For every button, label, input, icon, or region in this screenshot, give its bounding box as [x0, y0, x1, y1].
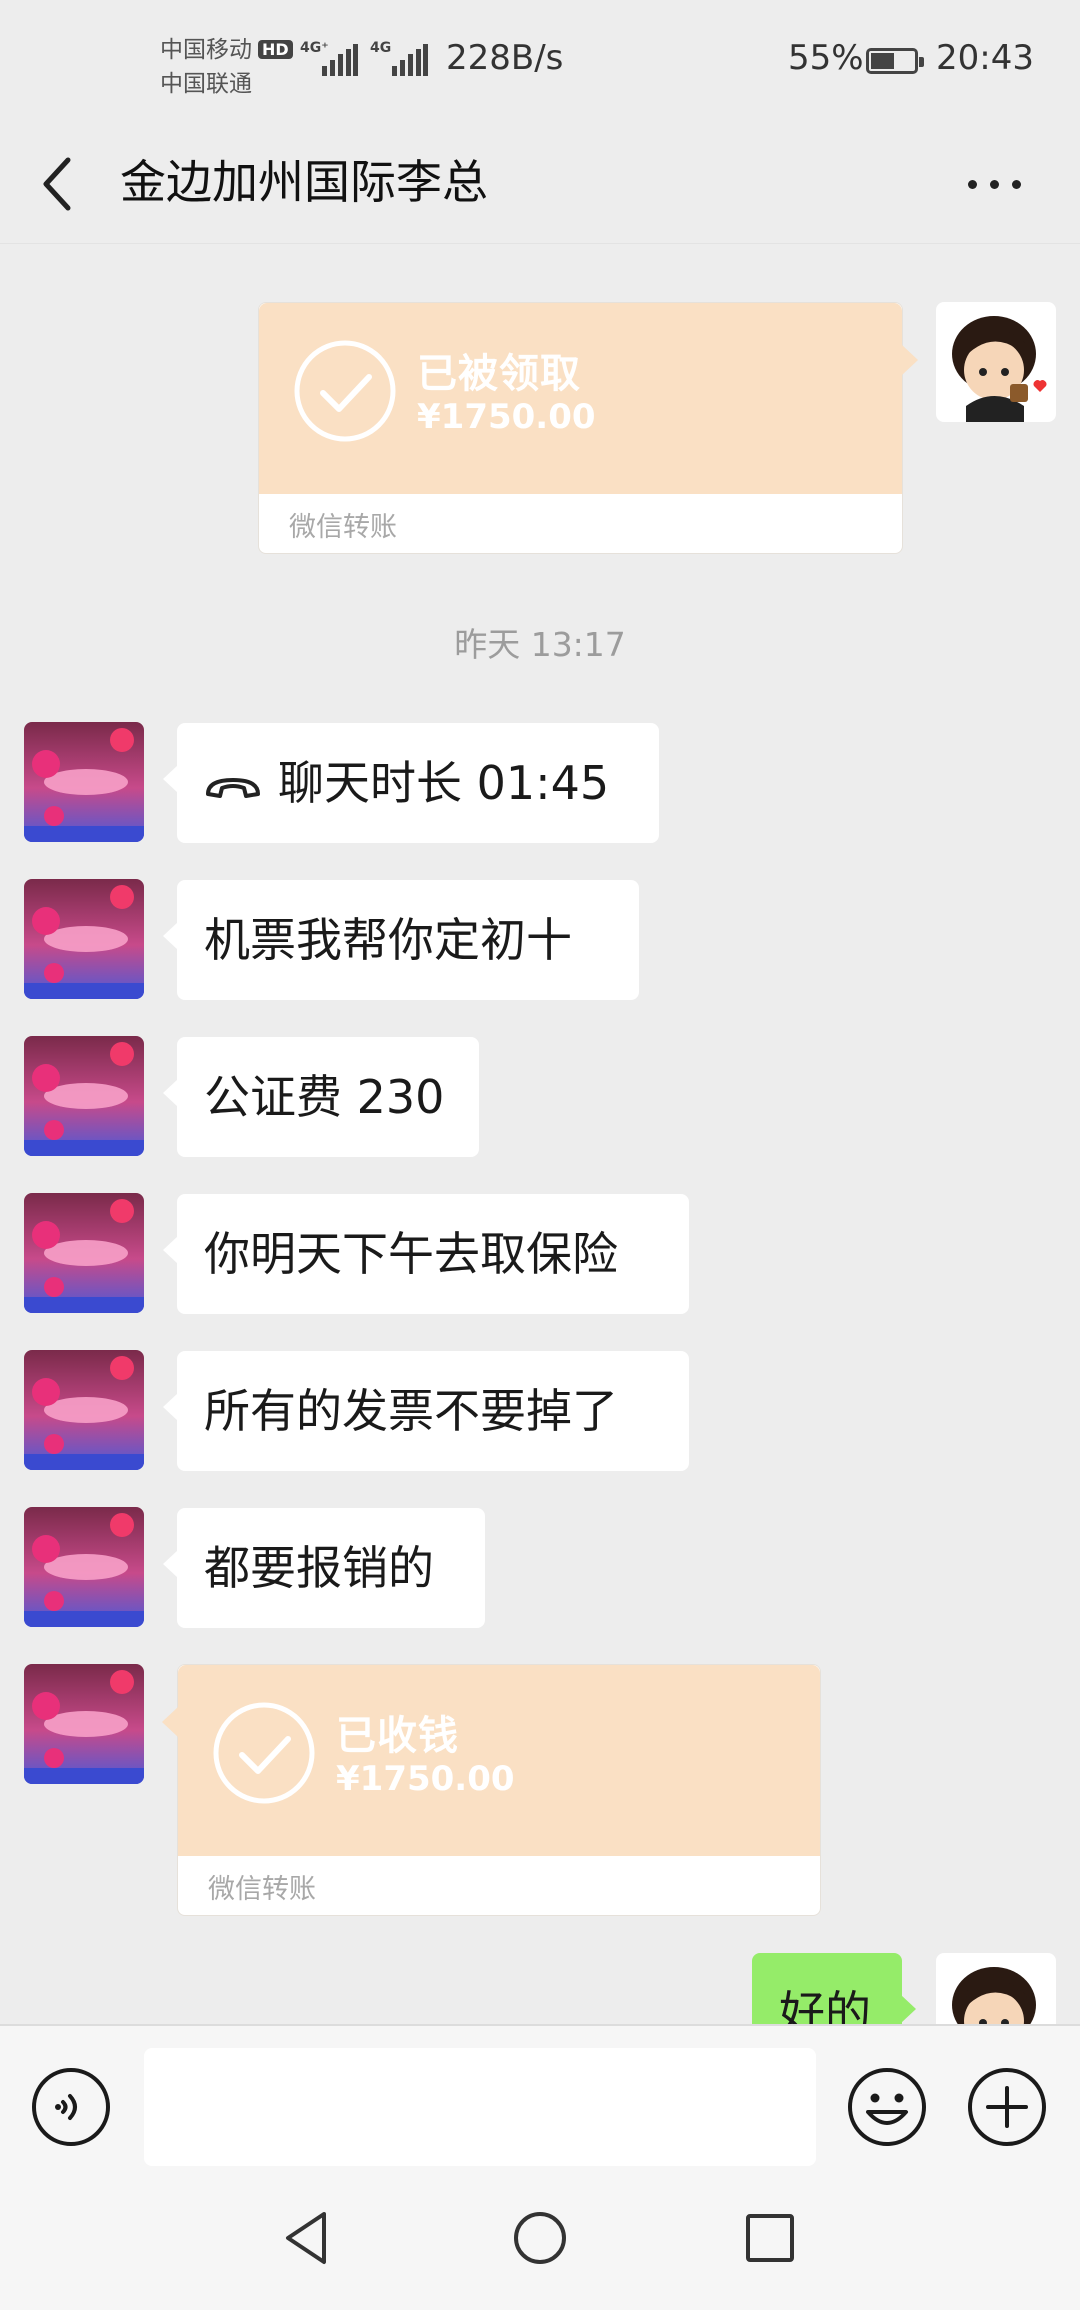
page-title: 金边加州国际李总	[120, 155, 488, 209]
phone-hangup-icon	[206, 777, 260, 798]
contact-avatar[interactable]	[24, 1507, 144, 1627]
message-bubble[interactable]: 公证费 230	[163, 1037, 479, 1157]
transfer-status: 已被领取	[417, 351, 581, 397]
network-type-2: 4G	[370, 40, 392, 56]
square-recents-icon[interactable]	[738, 2206, 802, 2270]
voice-icon[interactable]	[30, 2066, 112, 2148]
message-bubble[interactable]: 所有的发票不要掉了	[163, 1351, 689, 1471]
call-record-bubble[interactable]: 聊天时长 01:45	[163, 723, 659, 843]
plus-icon[interactable]	[966, 2066, 1048, 2148]
battery-percent: 55%	[788, 38, 864, 78]
contact-avatar[interactable]	[24, 1350, 144, 1470]
self-avatar[interactable]	[936, 302, 1056, 422]
transfer-status: 已收钱	[336, 1713, 459, 1759]
check-circle-icon	[213, 1702, 315, 1804]
battery-icon	[866, 48, 924, 74]
contact-avatar[interactable]	[24, 879, 144, 999]
call-duration: 聊天时长 01:45	[278, 756, 610, 810]
transfer-label: 微信转账	[208, 1874, 316, 1905]
carrier-1: 中国移动 HD	[160, 30, 293, 64]
received-transfer-card[interactable]: 已收钱 ¥1750.00 微信转账	[162, 1664, 821, 1916]
chat-screen: 中国移动 HD 中国联通 4G⁺ 4G 228B/s 55% 20:43 金边加州…	[0, 0, 1080, 2310]
triangle-back-icon[interactable]	[276, 2206, 340, 2270]
system-nav-bar	[0, 2170, 1080, 2310]
chat-header: 金边加州国际李总	[0, 122, 1080, 244]
message-input[interactable]	[144, 2048, 816, 2166]
clock: 20:43	[936, 38, 1034, 78]
message-bubble[interactable]: 你明天下午去取保险	[163, 1194, 689, 1314]
status-bar: 中国移动 HD 中国联通 4G⁺ 4G 228B/s 55% 20:43	[0, 0, 1080, 122]
message-bubble[interactable]: 都要报销的	[163, 1508, 485, 1628]
carrier-1-name: 中国移动	[160, 37, 252, 63]
hd-badge: HD	[258, 40, 293, 59]
transfer-label: 微信转账	[289, 512, 397, 543]
message-bubble[interactable]: 机票我帮你定初十	[163, 880, 639, 1000]
circle-home-icon[interactable]	[508, 2206, 572, 2270]
transfer-amount: ¥1750.00	[417, 397, 596, 437]
emoji-icon[interactable]	[846, 2066, 928, 2148]
contact-avatar[interactable]	[24, 1036, 144, 1156]
contact-avatar[interactable]	[24, 1664, 144, 1784]
carrier-2: 中国联通	[160, 71, 252, 97]
input-bar	[0, 2024, 1080, 2170]
sent-transfer-card[interactable]: 已被领取 ¥1750.00 微信转账	[258, 302, 918, 554]
contact-avatar[interactable]	[24, 722, 144, 842]
more-horizontal-icon[interactable]	[950, 154, 1040, 214]
transfer-amount: ¥1750.00	[336, 1759, 515, 1799]
check-circle-icon	[294, 340, 396, 442]
message-timestamp: 昨天 13:17	[454, 625, 626, 664]
contact-avatar[interactable]	[24, 1193, 144, 1313]
network-speed: 228B/s	[446, 38, 564, 78]
chevron-left-icon[interactable]	[40, 156, 80, 212]
